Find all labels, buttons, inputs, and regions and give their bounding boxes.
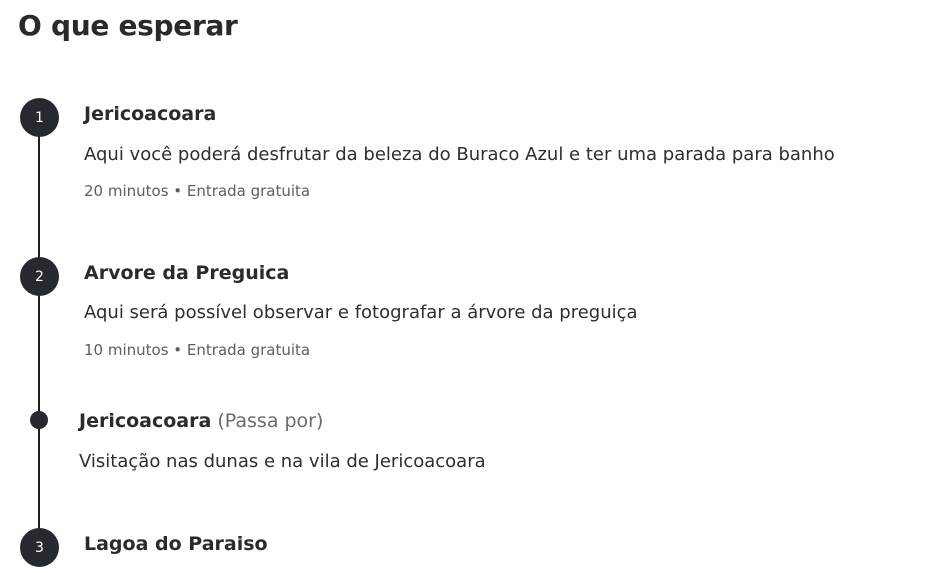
stop-title-3: Lagoa do Paraiso (84, 533, 268, 555)
stop-meta-2: 10 minutos • Entrada gratuita (84, 341, 311, 359)
timeline-line (38, 118, 40, 548)
pass-by-tag: (Passa por) (217, 410, 324, 432)
page-title: O que esperar (18, 9, 238, 42)
stop-number-badge-3: 3 (20, 528, 59, 567)
stop-title-2: Arvore da Preguica (84, 262, 290, 284)
pass-by-dot (30, 411, 48, 429)
stop-meta-1: 20 minutos • Entrada gratuita (84, 182, 311, 200)
stop-description-2: Aqui será possível observar e fotografar… (84, 302, 638, 323)
stop-title-1: Jericoacoara (84, 103, 217, 125)
pass-by-heading: Jericoacoara (Passa por) (79, 409, 323, 433)
stop-description-1: Aqui você poderá desfrutar da beleza do … (84, 144, 835, 165)
stop-number-badge-1: 1 (20, 98, 59, 137)
stop-number-badge-2: 2 (20, 257, 59, 296)
pass-by-description: Visitação nas dunas e na vila de Jericoa… (79, 451, 486, 472)
pass-by-title: Jericoacoara (79, 410, 212, 432)
